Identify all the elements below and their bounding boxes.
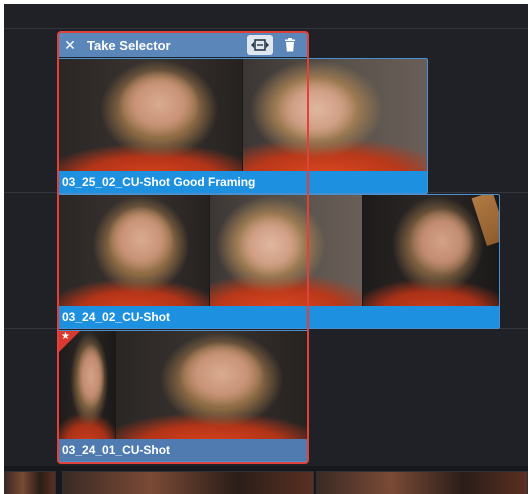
clip-frame-thumbnail — [362, 195, 499, 306]
timeline-clip-thumbnail[interactable] — [316, 471, 528, 494]
clip-frame-thumbnail — [58, 195, 211, 306]
clip-frame-thumbnail — [116, 331, 308, 439]
track-divider — [4, 28, 528, 29]
clip-frame-thumbnail — [58, 59, 243, 171]
clip-frame-thumbnail — [210, 195, 363, 306]
take-selector-header: ✕ Take Selector — [59, 33, 307, 57]
take-clip[interactable]: 03_24_02_CU-Shot — [57, 194, 500, 329]
fit-takes-button[interactable] — [247, 35, 273, 55]
timeline-clip-thumbnail[interactable] — [4, 471, 56, 494]
clip-frame-thumbnail — [243, 59, 427, 171]
take-clip-selected[interactable]: ★ 03_24_01_CU-Shot — [57, 330, 309, 462]
background-prop — [471, 195, 499, 246]
take-name: 03_24_01_CU-Shot — [58, 439, 308, 461]
timeline-clip-thumbnail[interactable] — [62, 471, 314, 494]
star-icon: ★ — [61, 331, 70, 342]
delete-take-button[interactable] — [277, 35, 303, 55]
take-name: 03_25_02_CU-Shot Good Framing — [58, 171, 427, 193]
take-name: 03_24_02_CU-Shot — [58, 306, 499, 328]
trash-icon — [285, 38, 295, 52]
take-selector-title: Take Selector — [87, 37, 171, 53]
expand-horizontal-icon — [251, 39, 269, 51]
close-icon[interactable]: ✕ — [59, 37, 81, 54]
take-clip[interactable]: 03_25_02_CU-Shot Good Framing — [57, 58, 428, 194]
